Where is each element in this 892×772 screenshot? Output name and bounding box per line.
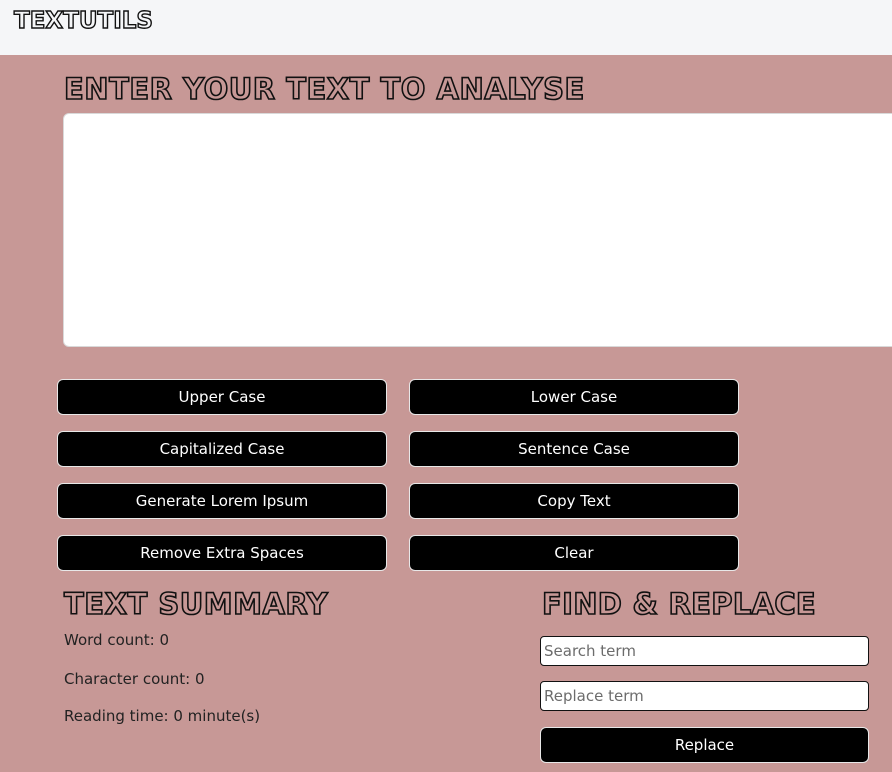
remove-extra-spaces-button[interactable]: Remove Extra Spaces <box>57 535 387 571</box>
main-content: ENTER YOUR TEXT TO ANALYSE Upper Case Lo… <box>0 55 892 772</box>
character-count: Character count: 0 <box>64 670 205 688</box>
upper-case-button[interactable]: Upper Case <box>57 379 387 415</box>
brand-logo[interactable]: TEXTUTILS <box>13 7 153 34</box>
search-term-input[interactable] <box>540 636 869 666</box>
replace-term-input[interactable] <box>540 681 869 711</box>
copy-text-button[interactable]: Copy Text <box>409 483 739 519</box>
word-count: Word count: 0 <box>64 631 170 649</box>
capitalized-case-button[interactable]: Capitalized Case <box>57 431 387 467</box>
text-input-area[interactable] <box>63 113 892 347</box>
summary-heading: TEXT SUMMARY <box>63 586 329 622</box>
clear-button[interactable]: Clear <box>409 535 739 571</box>
find-replace-heading: FIND & REPLACE <box>541 586 817 622</box>
analyse-heading: ENTER YOUR TEXT TO ANALYSE <box>63 71 585 107</box>
replace-button[interactable]: Replace <box>540 727 869 763</box>
generate-lorem-button[interactable]: Generate Lorem Ipsum <box>57 483 387 519</box>
lower-case-button[interactable]: Lower Case <box>409 379 739 415</box>
navbar: TEXTUTILS <box>0 0 892 55</box>
sentence-case-button[interactable]: Sentence Case <box>409 431 739 467</box>
reading-time: Reading time: 0 minute(s) <box>64 707 261 725</box>
